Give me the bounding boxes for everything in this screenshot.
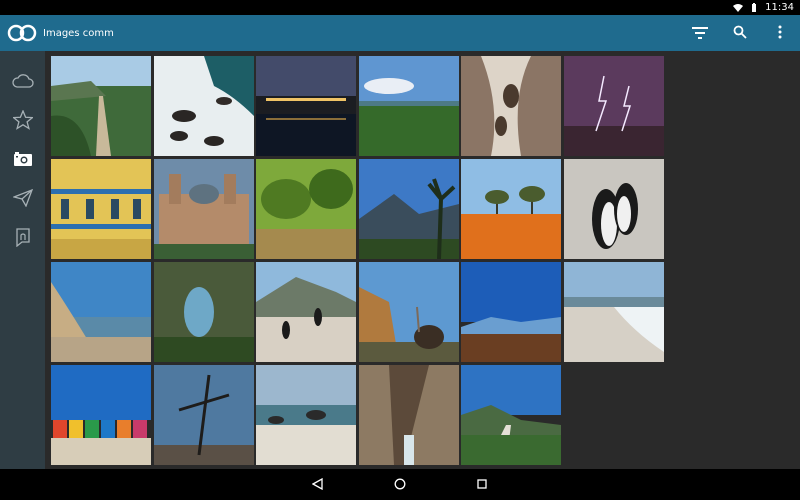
send-icon	[11, 188, 33, 211]
thumb-rocky-surf[interactable]	[153, 56, 254, 156]
gallery-area[interactable]	[45, 51, 800, 469]
search-button[interactable]	[720, 15, 760, 51]
thumb-beach-huts[interactable]	[51, 365, 151, 465]
rail-item-cloud[interactable]	[0, 63, 45, 102]
thumb-beach-dune[interactable]	[51, 262, 151, 362]
thumb-penguins-pair[interactable]	[563, 159, 664, 259]
thumb-lightning-storm[interactable]	[563, 56, 664, 156]
star-icon	[11, 108, 34, 134]
thumb-gorge-waterfall[interactable]	[358, 365, 459, 465]
thumb-rocky-beach-cloudy[interactable]	[256, 365, 356, 465]
sort-button[interactable]	[680, 15, 720, 51]
image-grid	[51, 56, 664, 465]
system-nav-bar	[0, 469, 800, 500]
note-icon	[14, 227, 32, 251]
rail-item-images[interactable]	[0, 141, 45, 180]
battery-icon	[749, 2, 759, 13]
app-logo-icon	[7, 23, 37, 43]
thumb-city-hall[interactable]	[153, 159, 254, 259]
more-options-button[interactable]	[760, 15, 800, 51]
home-button[interactable]	[390, 475, 410, 495]
side-rail	[0, 51, 45, 469]
more-vert-icon	[778, 24, 782, 43]
thumb-white-beach-surf[interactable]	[563, 262, 664, 362]
back-icon	[311, 475, 324, 494]
status-bar: 11:34	[0, 0, 800, 15]
back-button[interactable]	[308, 475, 328, 495]
recents-icon	[476, 475, 488, 494]
home-icon	[394, 475, 406, 494]
thumb-green-valley[interactable]	[358, 56, 459, 156]
thumb-ostriches[interactable]	[358, 262, 459, 362]
thumb-blue-mountain-lake[interactable]	[461, 262, 561, 362]
rail-item-send[interactable]	[0, 180, 45, 219]
search-icon	[733, 24, 747, 43]
thumb-mountain-palm[interactable]	[358, 159, 459, 259]
thumb-rock-pools-canyon[interactable]	[461, 56, 561, 156]
thumb-night-waterfront[interactable]	[256, 56, 356, 156]
rail-item-notes[interactable]	[0, 219, 45, 258]
thumb-coastal-boardwalk[interactable]	[51, 56, 151, 156]
recents-button[interactable]	[472, 475, 492, 495]
thumb-orange-wildflowers-trees[interactable]	[461, 159, 561, 259]
sort-icon	[692, 24, 708, 43]
app-bar: Images comm	[0, 15, 800, 51]
thumb-vineyard[interactable]	[256, 159, 356, 259]
thumb-rock-arch[interactable]	[153, 262, 254, 362]
app-title: Images comm	[43, 27, 114, 39]
thumb-coastal-road[interactable]	[461, 365, 561, 465]
thumb-penguins-beach[interactable]	[256, 262, 356, 362]
rail-item-favorites[interactable]	[0, 102, 45, 141]
camera-icon	[13, 151, 33, 171]
cloud-icon	[11, 73, 34, 93]
status-time: 11:34	[765, 2, 794, 13]
wifi-icon	[733, 3, 744, 13]
thumb-wooden-cross[interactable]	[153, 365, 254, 465]
thumb-victorian-building[interactable]	[51, 159, 151, 259]
